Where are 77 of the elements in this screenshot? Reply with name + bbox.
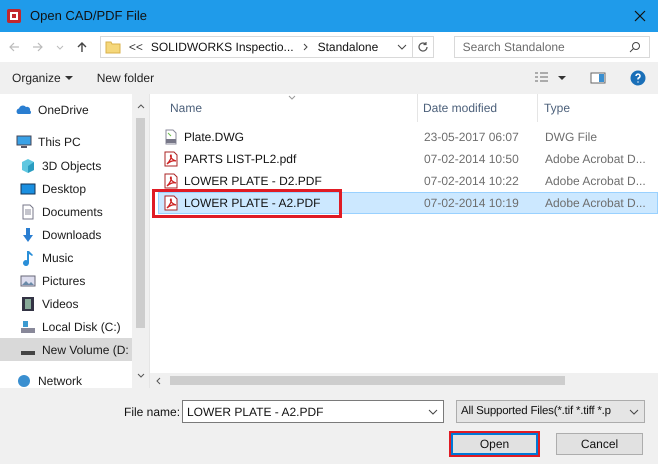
app-logo-icon [6, 8, 22, 24]
breadcrumb[interactable]: Standalone [318, 38, 378, 56]
scroll-thumb[interactable] [170, 376, 565, 385]
nav-item[interactable]: Videos [0, 292, 132, 315]
pdf-file-icon [163, 151, 179, 167]
nav-item[interactable]: Desktop [0, 177, 132, 200]
date-cell-text: 07-02-2014 10:22 [423, 173, 520, 190]
column-header[interactable]: Date modified [418, 94, 538, 122]
window-title: Open CAD/PDF File [30, 7, 148, 26]
download-icon [20, 226, 36, 242]
film-icon [20, 296, 36, 312]
refresh-icon[interactable] [416, 41, 429, 53]
scroll-up-icon[interactable] [136, 102, 144, 110]
file-name-label: File name: [124, 404, 182, 420]
drive-icon [20, 350, 36, 354]
search-icon [628, 41, 641, 53]
caret-icon [64, 74, 73, 82]
nav-item[interactable]: Pictures [0, 269, 132, 292]
search-field[interactable]: Search Standalone [454, 36, 650, 58]
file-row[interactable]: PARTS LIST-PL2.pdf 07-02-2014 10:50 Adobe Acrobat D... [158, 148, 658, 170]
nav-item[interactable]: Music [0, 246, 132, 269]
cube-icon [20, 158, 36, 174]
file-row[interactable]: Plate.DWG 23-05-2017 06:07 DWG File [158, 126, 658, 148]
nav-item[interactable]: Downloads [0, 223, 132, 246]
date-cell-text: 07-02-2014 10:50 [423, 151, 520, 168]
breadcrumb[interactable]: SOLIDWORKS Inspectio... [150, 38, 294, 56]
nav-item[interactable]: New Volume (D: [0, 338, 132, 361]
file-name: LOWER PLATE - D2.PDF [184, 173, 322, 190]
dialog-button[interactable]: Open [451, 433, 538, 455]
search-placeholder: Search Standalone [462, 39, 566, 56]
pdf-file-icon [163, 173, 179, 189]
help-icon[interactable] [630, 70, 646, 86]
date-cell-text: 07-02-2014 10:19 [423, 195, 520, 212]
chevron-icon [302, 43, 310, 51]
document-icon [20, 204, 36, 220]
nav-item[interactable]: Network [0, 369, 132, 388]
folder-icon [104, 39, 121, 55]
sort-caret-icon [288, 94, 296, 102]
up-arrow-icon[interactable] [76, 41, 88, 53]
horizontal-scrollbar[interactable] [150, 373, 658, 388]
desktop-icon [20, 180, 36, 196]
file-name: LOWER PLATE - A2.PDF [184, 195, 320, 212]
file-row[interactable]: LOWER PLATE - A2.PDF 07-02-2014 10:19 Adobe Acrobat D... [158, 192, 658, 214]
date-cell-text: 23-05-2017 06:07 [423, 129, 520, 146]
type-cell-text: Adobe Acrobat D... [544, 195, 646, 212]
scroll-thumb[interactable] [136, 118, 145, 328]
new-folder-button[interactable]: New folder [96, 69, 154, 87]
file-name: Plate.DWG [184, 129, 244, 146]
organize-menu[interactable]: Organize [12, 69, 73, 87]
type-cell-text: Adobe Acrobat D... [544, 151, 646, 168]
nav-item[interactable]: This PC [0, 130, 132, 154]
type-cell-text: DWG File [544, 129, 597, 146]
address-bar[interactable]: << SOLIDWORKS Inspectio... Standalone [100, 36, 434, 58]
scroll-down-icon[interactable] [136, 372, 144, 380]
dialog-button[interactable]: Cancel [556, 433, 643, 455]
dwg-file-icon [163, 129, 179, 145]
pdf-file-icon [163, 195, 179, 211]
scroll-left-icon[interactable] [154, 376, 162, 384]
close-icon [634, 10, 646, 22]
nav-item[interactable]: 3D Objects [0, 154, 132, 177]
file-type-select[interactable]: All Supported Files(*.tif *.tiff *.p [456, 400, 645, 423]
disk-drive-icon [20, 318, 36, 334]
preview-pane-icon[interactable] [590, 70, 606, 86]
file-row[interactable]: LOWER PLATE - D2.PDF 07-02-2014 10:22 Adobe Acrobat D... [158, 170, 658, 192]
picture-icon [20, 272, 36, 288]
breadcrumb-overflow[interactable]: << [128, 38, 143, 56]
caret-icon[interactable] [558, 74, 566, 82]
nav-item[interactable]: OneDrive [0, 98, 132, 122]
file-name-field[interactable]: LOWER PLATE - A2.PDF [182, 400, 444, 423]
column-header[interactable]: Name [158, 94, 418, 122]
music-note-icon [20, 250, 36, 266]
column-header[interactable]: Type [538, 94, 658, 122]
file-name: PARTS LIST-PL2.pdf [184, 151, 296, 168]
type-cell-text: Adobe Acrobat D... [544, 173, 646, 190]
nav-item[interactable]: Local Disk (C:) [0, 315, 132, 338]
nav-item[interactable]: Documents [0, 200, 132, 223]
computer-icon [16, 134, 32, 150]
